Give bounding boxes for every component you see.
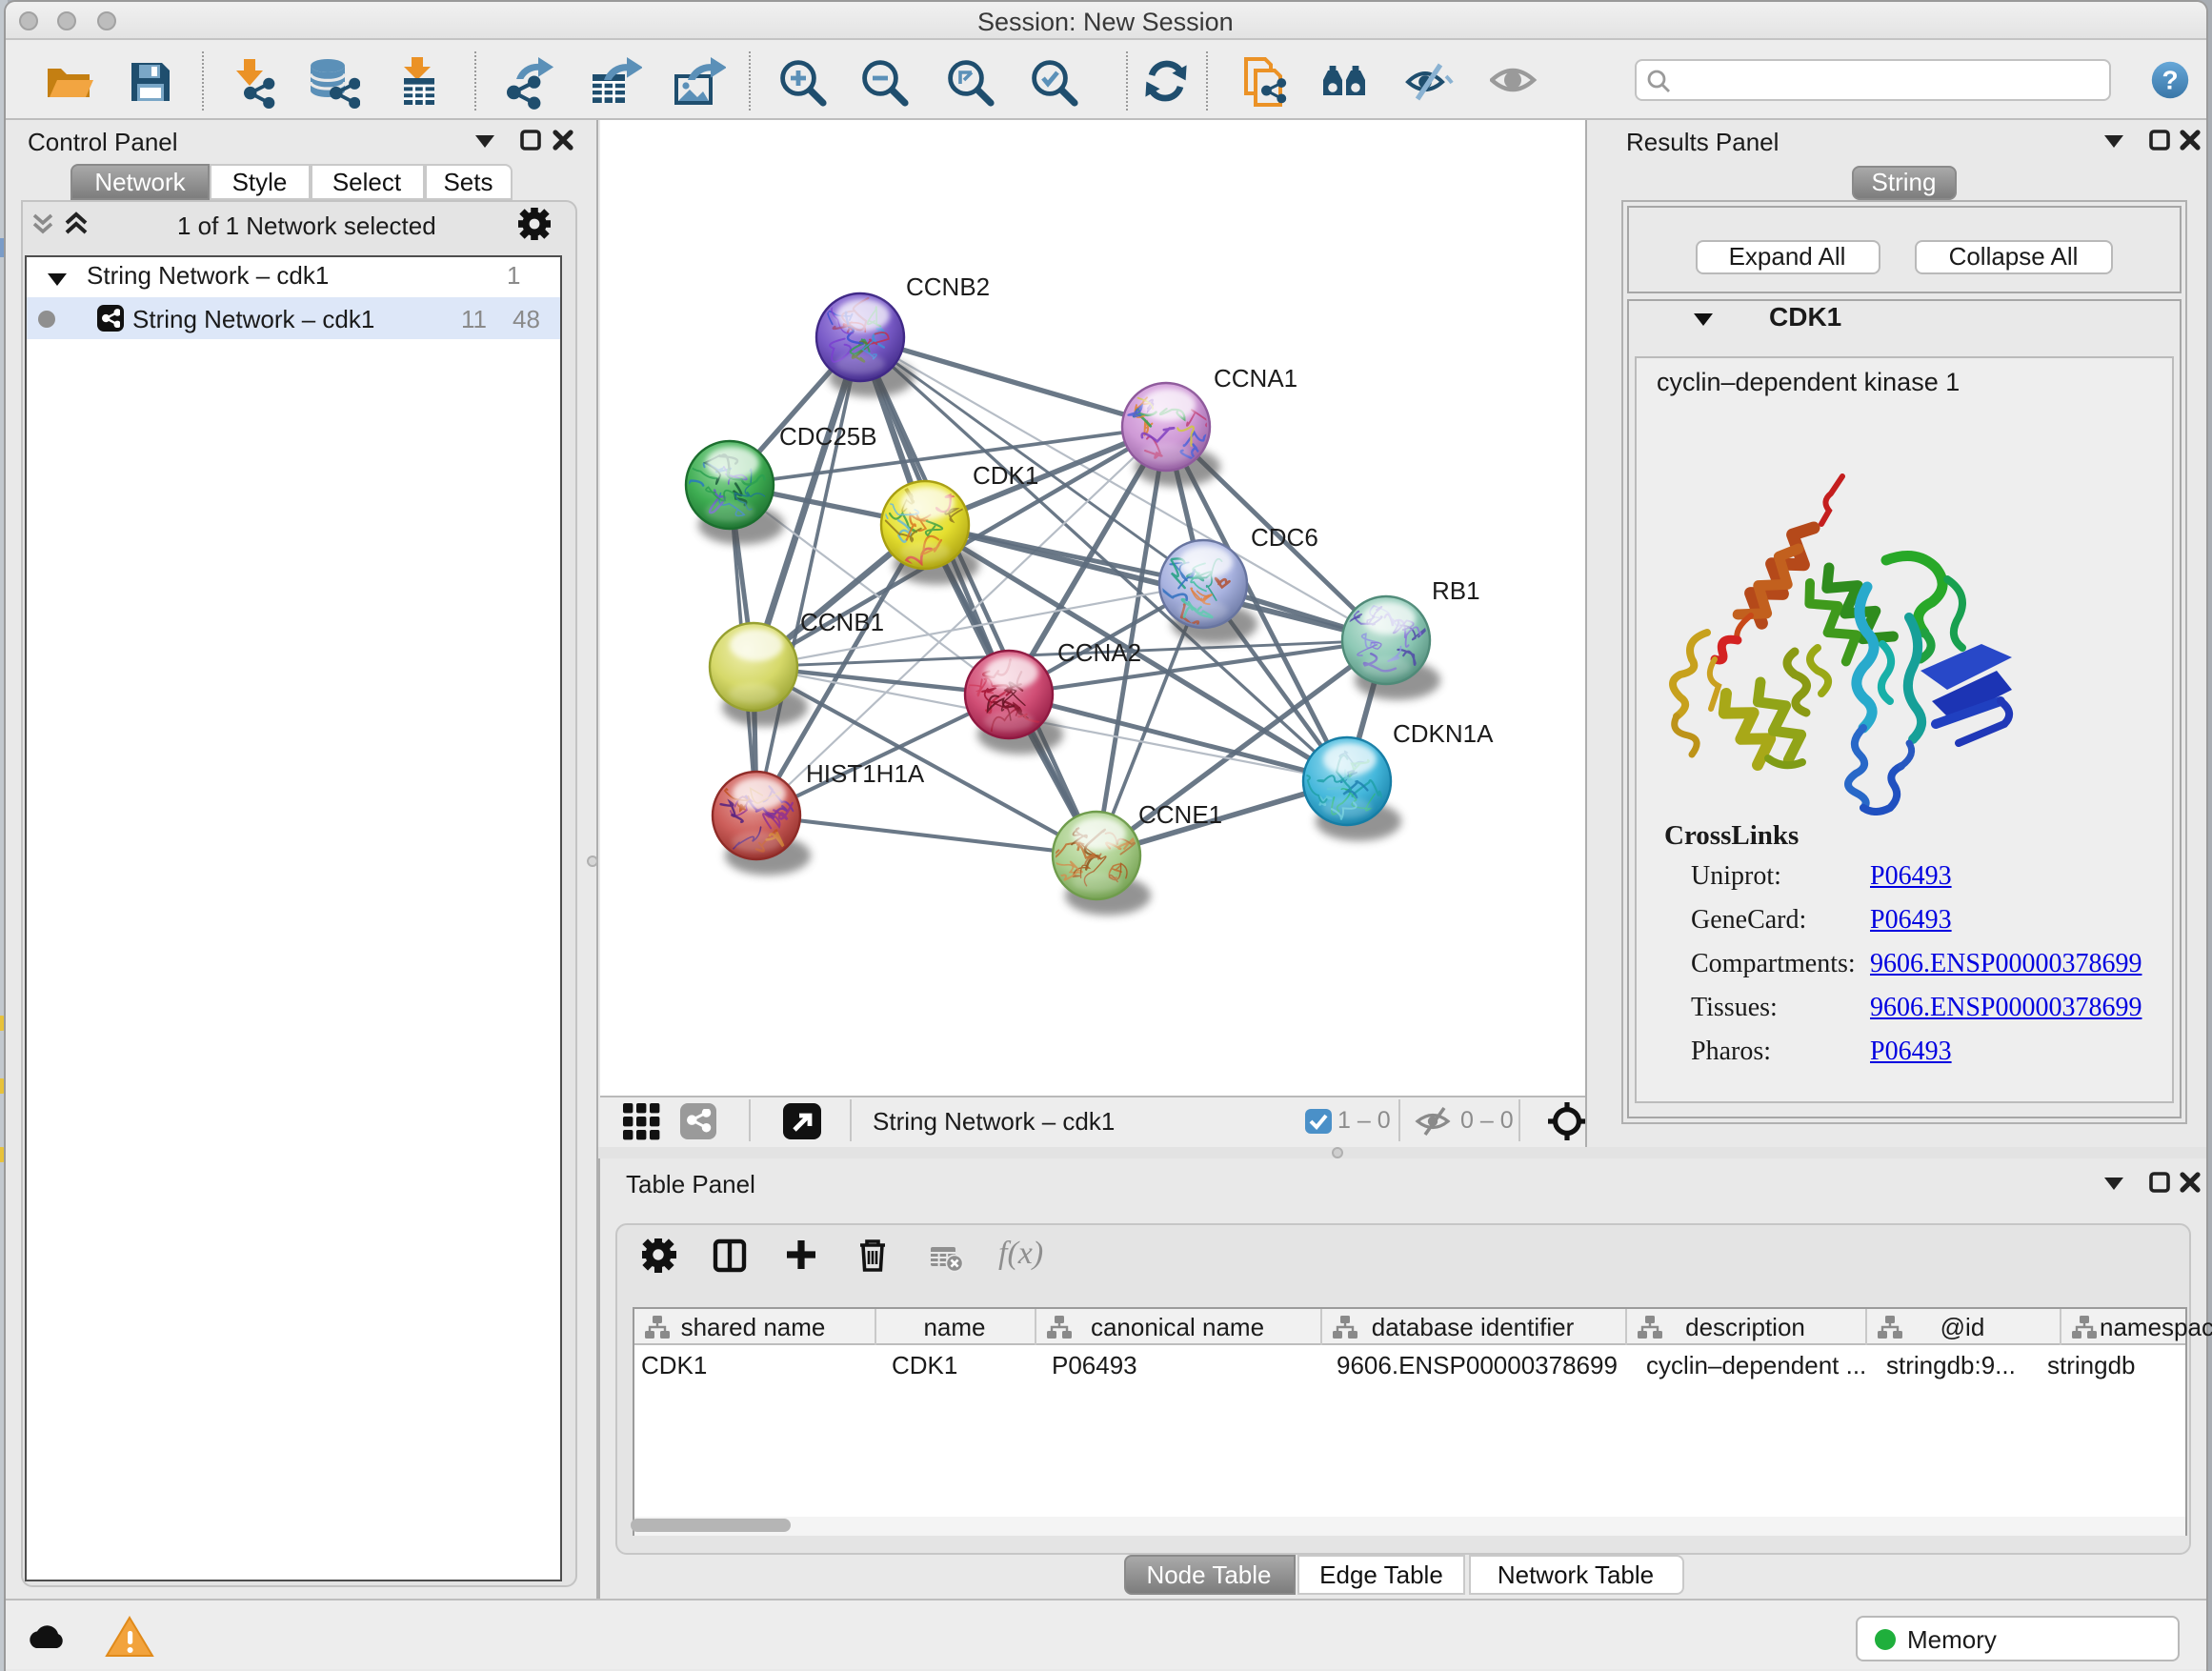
svg-text:CCNB2: CCNB2 [905,272,989,300]
svg-text:HIST1H1A: HIST1H1A [805,758,924,787]
svg-text:CDK1: CDK1 [972,460,1037,489]
svg-text:CDC25B: CDC25B [778,421,876,450]
svg-text:?: ? [2162,66,2178,95]
svg-text:CCNA2: CCNA2 [1056,637,1140,666]
svg-text:CDKN1A: CDKN1A [1392,718,1493,747]
svg-text:CCNE1: CCNE1 [1137,799,1221,828]
svg-text:CCNA1: CCNA1 [1213,363,1297,392]
svg-text:CDC6: CDC6 [1250,522,1317,551]
svg-text:CCNB1: CCNB1 [799,607,883,635]
svg-text:RB1: RB1 [1431,575,1479,604]
